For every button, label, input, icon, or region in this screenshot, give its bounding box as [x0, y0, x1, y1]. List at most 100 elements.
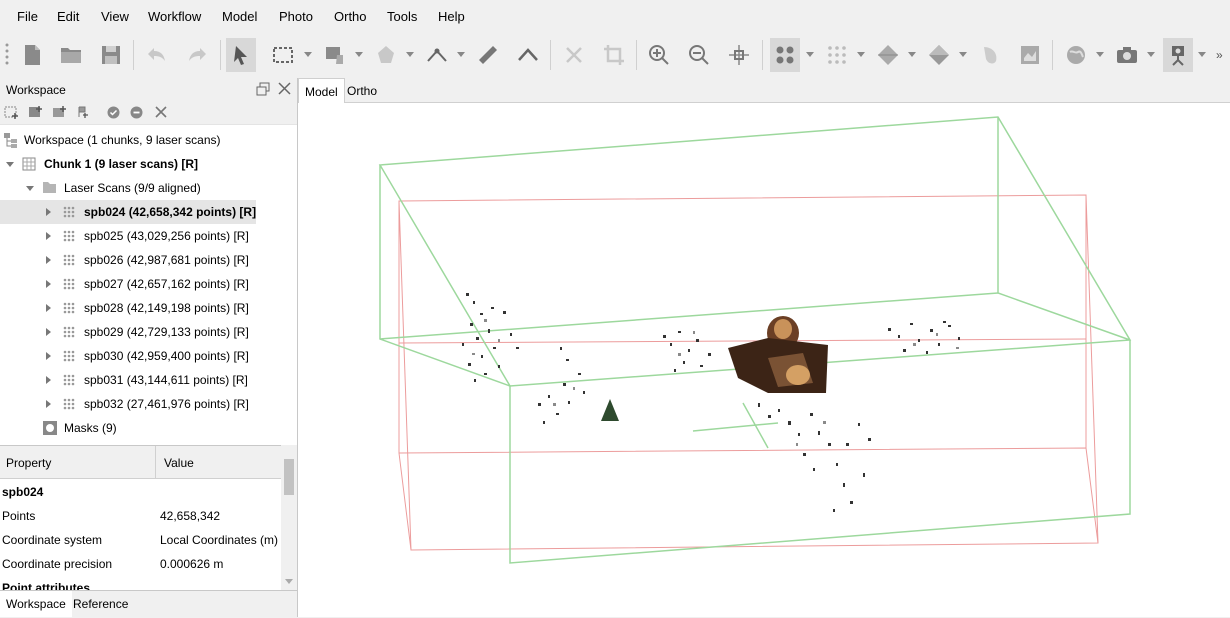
show-points-dropdown-icon[interactable] — [806, 52, 814, 58]
tree-chunk[interactable]: Chunk 1 (9 laser scans) [R] — [0, 152, 297, 176]
tab-model[interactable]: Model — [298, 78, 345, 103]
draw-polyline-icon[interactable] — [422, 38, 452, 72]
show-dense-cloud-icon[interactable] — [822, 38, 852, 72]
save-icon[interactable] — [96, 38, 126, 72]
laser-scan-icon — [63, 278, 75, 290]
expand-scan-icon[interactable] — [46, 376, 51, 384]
expand-scan-icon[interactable] — [46, 352, 51, 360]
tab-ortho[interactable]: Ortho — [341, 78, 383, 102]
scan-label: spb031 (43,144,611 points) [R] — [84, 373, 248, 387]
show-cameras-icon[interactable] — [1112, 38, 1142, 72]
enable-icon[interactable] — [107, 106, 120, 119]
zoom-out-icon[interactable] — [684, 38, 714, 72]
laser-scan-icon — [63, 254, 75, 266]
tree-scan-item[interactable]: spb026 (42,987,681 points) [R] — [0, 248, 297, 272]
expand-scan-icon[interactable] — [46, 280, 51, 288]
property-key: Coordinate system — [2, 533, 103, 547]
expand-scan-icon[interactable] — [46, 328, 51, 336]
rectangle-selection-icon[interactable] — [268, 38, 298, 72]
show-dem-icon[interactable] — [1015, 38, 1045, 72]
open-folder-icon[interactable] — [56, 38, 86, 72]
menu-tools[interactable]: Tools — [387, 9, 417, 24]
show-textured-icon[interactable] — [924, 38, 954, 72]
zoom-in-icon[interactable] — [644, 38, 674, 72]
rectangle-selection-dropdown-icon[interactable] — [304, 52, 312, 58]
show-globe-icon[interactable] — [1061, 38, 1091, 72]
expand-scan-icon[interactable] — [46, 400, 51, 408]
draw-polyline-dropdown-icon[interactable] — [457, 52, 465, 58]
masks-icon — [43, 421, 57, 435]
tree-scan-item[interactable]: spb028 (42,149,198 points) [R] — [0, 296, 297, 320]
tree-laser-scans-folder[interactable]: Laser Scans (9/9 aligned) — [0, 176, 297, 200]
show-tiled-model-icon[interactable] — [975, 38, 1005, 72]
expand-scan-icon[interactable] — [46, 208, 51, 216]
menu-workflow[interactable]: Workflow — [148, 9, 201, 24]
model-viewport[interactable] — [298, 103, 1230, 617]
move-object-dropdown-icon[interactable] — [355, 52, 363, 58]
tree-scan-item[interactable]: spb024 (42,658,342 points) [R] — [0, 200, 256, 224]
float-panel-icon[interactable] — [256, 82, 270, 96]
show-globe-dropdown-icon[interactable] — [1096, 52, 1104, 58]
menu-model[interactable]: Model — [222, 9, 257, 24]
toolbar-overflow-icon[interactable]: » — [1216, 48, 1223, 62]
scroll-down-icon[interactable] — [285, 579, 293, 585]
show-points-icon[interactable] — [770, 38, 800, 72]
expand-scan-icon[interactable] — [46, 232, 51, 240]
scan-label: spb026 (42,987,681 points) [R] — [84, 253, 249, 267]
tab-reference[interactable]: Reference — [67, 591, 134, 617]
menu-file[interactable]: File — [17, 9, 38, 24]
show-laser-scans-dropdown-icon[interactable] — [1198, 52, 1206, 58]
close-panel-icon[interactable] — [278, 82, 291, 95]
expand-scan-icon[interactable] — [46, 304, 51, 312]
expand-chunk-icon[interactable] — [6, 162, 14, 167]
show-dense-cloud-dropdown-icon[interactable] — [857, 52, 865, 58]
laser-scan-icon — [63, 350, 75, 362]
menu-ortho[interactable]: Ortho — [334, 9, 367, 24]
reset-view-icon[interactable] — [724, 38, 754, 72]
draw-polygon-dropdown-icon[interactable] — [406, 52, 414, 58]
scrollbar-thumb[interactable] — [284, 459, 294, 495]
add-chunk-icon[interactable] — [4, 105, 19, 119]
property-row: Coordinate precision 0.000626 m — [0, 552, 281, 576]
tree-scan-item[interactable]: spb031 (43,144,611 points) [R] — [0, 368, 297, 392]
redo-icon[interactable] — [182, 38, 212, 72]
expand-scan-icon[interactable] — [46, 256, 51, 264]
tree-scan-item[interactable]: spb032 (27,461,976 points) [R] — [0, 392, 297, 416]
show-model-icon[interactable] — [873, 38, 903, 72]
remove-items-icon[interactable] — [155, 106, 167, 118]
new-document-icon[interactable] — [17, 38, 47, 72]
properties-scrollbar[interactable] — [281, 445, 297, 590]
move-object-icon[interactable] — [320, 38, 350, 72]
property-column-header[interactable]: Property — [6, 456, 51, 470]
ruler-icon[interactable] — [473, 38, 503, 72]
value-column-header[interactable]: Value — [164, 456, 194, 470]
menu-view[interactable]: View — [101, 9, 129, 24]
tree-scan-item[interactable]: spb030 (42,959,400 points) [R] — [0, 344, 297, 368]
delete-icon[interactable] — [559, 38, 589, 72]
tab-workspace[interactable]: Workspace — [0, 591, 72, 617]
show-textured-dropdown-icon[interactable] — [959, 52, 967, 58]
point-cloud-scene[interactable] — [298, 103, 1230, 617]
crop-icon[interactable] — [599, 38, 629, 72]
show-cameras-dropdown-icon[interactable] — [1147, 52, 1155, 58]
menu-edit[interactable]: Edit — [57, 9, 79, 24]
add-folder-icon[interactable] — [52, 105, 67, 119]
navigation-icon[interactable] — [226, 38, 256, 72]
tree-scan-item[interactable]: spb025 (43,029,256 points) [R] — [0, 224, 297, 248]
draw-polygon-icon[interactable] — [371, 38, 401, 72]
menu-photo[interactable]: Photo — [279, 9, 313, 24]
add-marker-icon[interactable] — [77, 105, 89, 119]
disable-icon[interactable] — [130, 106, 143, 119]
undo-icon[interactable] — [142, 38, 172, 72]
tree-workspace-root[interactable]: Workspace (1 chunks, 9 laser scans) — [0, 128, 297, 152]
show-model-dropdown-icon[interactable] — [908, 52, 916, 58]
shape-icon[interactable] — [513, 38, 543, 72]
toolbar-grip-icon — [5, 42, 9, 68]
show-laser-scans-icon[interactable] — [1163, 38, 1193, 72]
expand-laser-scans-icon[interactable] — [26, 186, 34, 191]
tree-scan-item[interactable]: spb029 (42,729,133 points) [R] — [0, 320, 297, 344]
menu-help[interactable]: Help — [438, 9, 465, 24]
add-photos-icon[interactable] — [28, 105, 43, 119]
tree-scan-item[interactable]: spb027 (42,657,162 points) [R] — [0, 272, 297, 296]
tree-masks[interactable]: Masks (9) — [0, 416, 297, 440]
